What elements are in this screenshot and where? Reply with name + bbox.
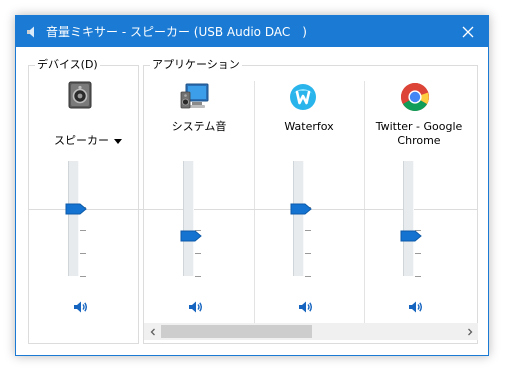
slider-tick <box>195 253 201 254</box>
close-icon <box>462 26 474 37</box>
scroll-right-button[interactable] <box>461 323 478 340</box>
column-divider <box>364 81 365 328</box>
volume-mixer-window: 音量ミキサー - スピーカー (USB Audio DAC ) デバイス(D) … <box>15 15 489 356</box>
close-button[interactable] <box>448 16 488 47</box>
slider-tick <box>415 253 421 254</box>
slider-track[interactable] <box>293 161 304 276</box>
waterfox-mute-button[interactable] <box>297 299 313 315</box>
app-name-waterfox: Waterfox <box>284 120 334 133</box>
speaker-device-icon <box>68 81 92 109</box>
slider-tick <box>305 276 311 277</box>
slider-thumb[interactable] <box>180 230 202 242</box>
slider-tick <box>195 276 201 277</box>
slider-tick <box>80 276 86 277</box>
slider-thumb[interactable] <box>400 230 422 242</box>
window-title: 音量ミキサー - スピーカー (USB Audio DAC ) <box>46 25 307 39</box>
scroll-left-button[interactable] <box>144 323 161 340</box>
title-bar[interactable]: 音量ミキサー - スピーカー (USB Audio DAC ) <box>16 16 488 47</box>
device-name: スピーカー <box>54 134 109 147</box>
applications-group-label: アプリケーション <box>150 58 242 72</box>
system-sounds-icon <box>180 83 209 109</box>
slider-tick <box>305 230 311 231</box>
slider-tick <box>305 253 311 254</box>
chevron-down-icon <box>114 139 122 144</box>
slider-tick <box>415 276 421 277</box>
slider-tick <box>80 253 86 254</box>
device-mute-button[interactable] <box>72 299 88 315</box>
slider-track[interactable] <box>183 161 194 276</box>
chevron-right-icon <box>467 328 472 335</box>
slider-track[interactable] <box>403 161 414 276</box>
slider-track[interactable] <box>68 161 79 276</box>
horizontal-scrollbar[interactable] <box>144 323 478 340</box>
slider-tick <box>80 230 86 231</box>
device-selector[interactable]: スピーカー <box>54 134 134 150</box>
chevron-left-icon <box>150 328 155 335</box>
column-divider <box>254 81 255 328</box>
system-sounds-mute-button[interactable] <box>187 299 203 315</box>
slider-thumb[interactable] <box>65 203 87 215</box>
chrome-icon <box>401 83 429 111</box>
scroll-thumb[interactable] <box>161 325 312 338</box>
slider-thumb[interactable] <box>290 203 312 215</box>
speaker-icon <box>27 26 34 38</box>
waterfox-icon <box>290 84 316 110</box>
app-name-chrome: Twitter - Google Chrome <box>375 120 463 147</box>
app-name-system-sounds: システム音 <box>171 120 227 133</box>
chrome-mute-button[interactable] <box>407 299 423 315</box>
